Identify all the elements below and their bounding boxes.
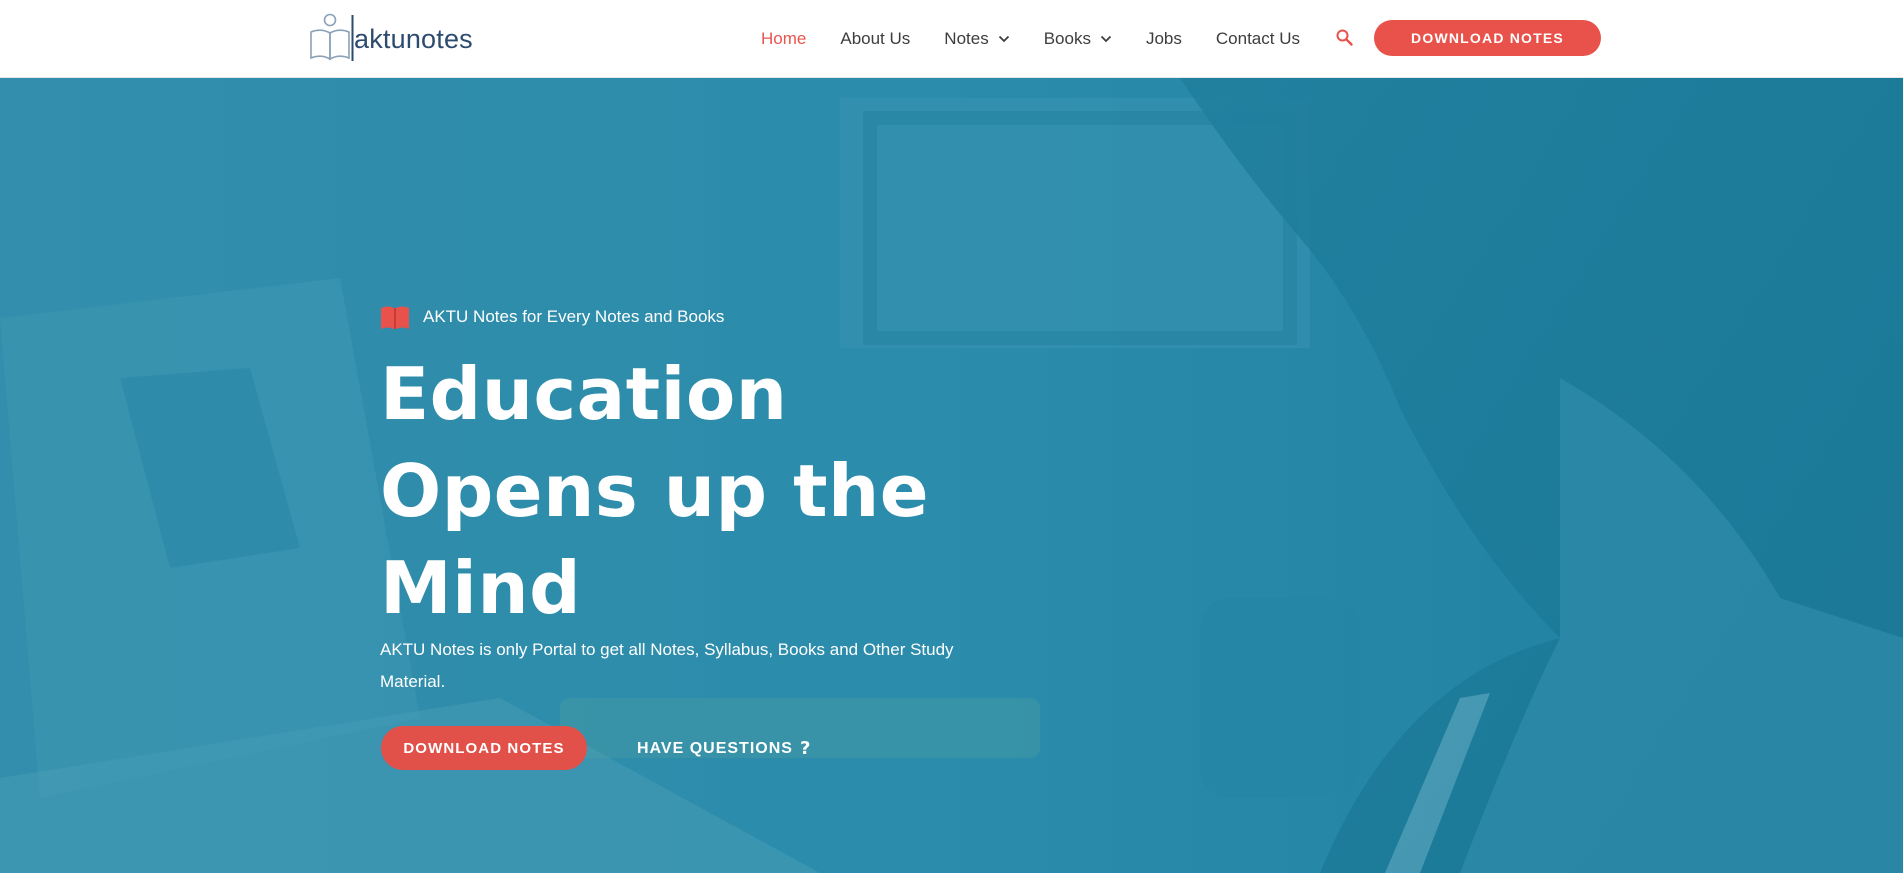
hero-download-notes-button[interactable]: DOWNLOAD NOTES [381,726,587,770]
search-icon[interactable] [1335,28,1355,48]
nav-item-about-us[interactable]: About Us [840,29,910,49]
hero-tagline-text: AKTU Notes for Every Notes and Books [423,307,725,326]
logo-text: aktunotes [354,23,473,54]
nav-item-books-label: Books [1043,29,1091,48]
hero-section: AKTU Notes for Every Notes and Books Edu… [0,78,1903,873]
site-header: aktunotes Home About Us Notes Books Jobs… [0,0,1903,78]
chevron-down-icon [1100,35,1112,43]
headline-line-1: Education [380,352,788,436]
chevron-down-icon [998,35,1009,43]
nav-item-books[interactable]: Books [1044,29,1112,49]
nav-item-contact-us[interactable]: Contact Us [1216,29,1300,49]
site-logo[interactable]: aktunotes [308,12,473,64]
nav-item-notes-label: Notes [944,29,989,48]
main-nav: Home About Us Notes Books Jobs Contact U… [761,0,1300,78]
nav-item-jobs[interactable]: Jobs [1146,29,1182,49]
hero-tagline: AKTU Notes for Every Notes and Books [380,304,724,330]
have-questions-label: HAVE QUESTIONS [637,740,793,757]
nav-item-home[interactable]: Home [761,29,806,49]
header-download-notes-button[interactable]: DOWNLOAD NOTES [1374,20,1601,56]
book-icon [381,306,409,329]
hero-headline: Education Opens up the Mind [380,346,1000,637]
have-questions-link[interactable]: HAVE QUESTIONS ? [637,736,811,762]
headline-line-3: Mind [380,546,582,630]
hero-description: AKTU Notes is only Portal to get all Not… [380,640,954,691]
nav-item-notes[interactable]: Notes [944,29,1009,49]
headline-line-2: Opens up the [380,449,930,533]
open-book-reader-icon [310,13,354,61]
question-mark-icon: ? [799,738,812,759]
